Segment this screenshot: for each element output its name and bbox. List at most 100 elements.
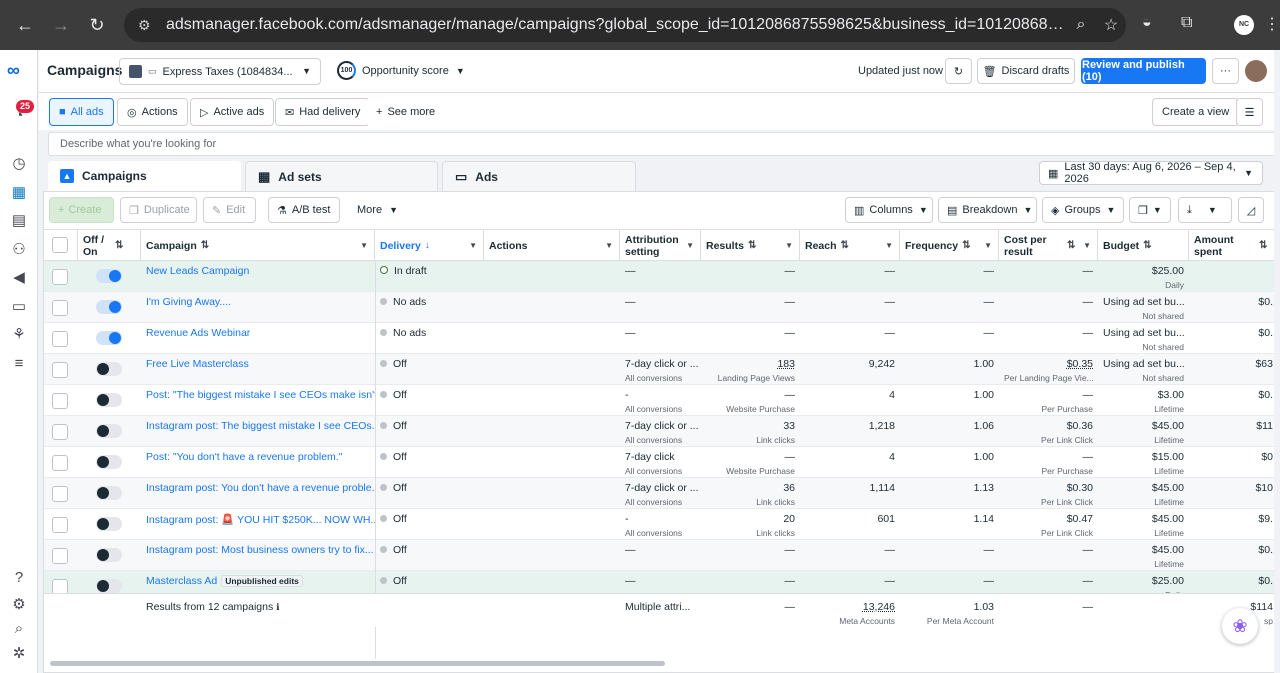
- sort-icon[interactable]: ⇅: [201, 240, 209, 251]
- col-budget[interactable]: Budget ⇅: [1098, 230, 1189, 261]
- campaign-name-link[interactable]: Free Live Masterclass: [146, 358, 249, 370]
- profile-avatar[interactable]: NC: [1234, 15, 1254, 35]
- campaign-toggle[interactable]: [96, 393, 122, 407]
- horizontal-scrollbar[interactable]: [50, 661, 665, 666]
- row-checkbox[interactable]: [52, 331, 68, 347]
- row-checkbox[interactable]: [52, 424, 68, 440]
- row-checkbox[interactable]: [52, 269, 68, 285]
- columns-button[interactable]: ▥ Columns ▼: [845, 197, 933, 223]
- filter-had-delivery[interactable]: ✉ Had delivery: [275, 98, 371, 126]
- table-row[interactable]: Instagram post: The biggest mistake I se…: [44, 416, 1278, 447]
- table-row[interactable]: Post: "The biggest mistake I see CEOs ma…: [44, 385, 1278, 416]
- billing-card-icon[interactable]: ▭: [9, 297, 29, 317]
- create-button[interactable]: + Create: [49, 197, 114, 223]
- row-checkbox[interactable]: [52, 548, 68, 564]
- chevron-down-icon[interactable]: ▼: [605, 241, 613, 250]
- table-row[interactable]: Instagram post: You don't have a revenue…: [44, 478, 1278, 509]
- col-amount[interactable]: Amount spent ⇅: [1189, 230, 1278, 261]
- reports-icon[interactable]: ▤: [9, 211, 29, 231]
- bug-report-icon[interactable]: ✲: [9, 644, 29, 664]
- row-checkbox[interactable]: [52, 517, 68, 533]
- campaign-name-link[interactable]: Instagram post: You don't have a revenue…: [146, 482, 375, 494]
- opportunity-score[interactable]: 100 Opportunity score ▼: [337, 61, 465, 80]
- campaign-name-link[interactable]: Instagram post: Most business owners try…: [146, 544, 374, 556]
- campaign-name-link[interactable]: Instagram post: The biggest mistake I se…: [146, 420, 375, 432]
- chevron-down-icon[interactable]: ▼: [1083, 241, 1091, 250]
- campaign-name-link[interactable]: Post: "The biggest mistake I see CEOs ma…: [146, 389, 375, 401]
- chevron-down-icon[interactable]: ▼: [686, 241, 694, 250]
- campaign-name-link[interactable]: New Leads Campaign: [146, 265, 249, 277]
- audiences-icon[interactable]: ⚇: [9, 240, 29, 260]
- info-icon[interactable]: ℹ: [276, 602, 279, 612]
- campaign-toggle[interactable]: [96, 269, 122, 283]
- campaign-toggle[interactable]: [96, 331, 122, 345]
- discard-drafts-button[interactable]: 🗑 Discard drafts: [977, 58, 1075, 84]
- table-row[interactable]: Instagram post: 🚨 YOU HIT $250K... NOW W…: [44, 509, 1278, 540]
- chevron-down-icon[interactable]: ▼: [885, 241, 893, 250]
- charts-button[interactable]: ◿: [1238, 197, 1264, 223]
- sort-desc-icon[interactable]: ↓: [425, 240, 430, 251]
- campaign-megaphone-icon[interactable]: ◀: [9, 268, 29, 288]
- col-cpr[interactable]: Cost per result ⇅ ▼: [999, 230, 1098, 261]
- sort-icon[interactable]: ⇅: [962, 240, 970, 251]
- date-range-picker[interactable]: ▦ Last 30 days: Aug 6, 2026 – Sep 4, 2026…: [1039, 161, 1263, 185]
- campaign-toggle[interactable]: [96, 300, 122, 314]
- chevron-down-icon[interactable]: ▼: [360, 241, 368, 250]
- campaign-name-link[interactable]: Post: "You don't have a revenue problem.…: [146, 451, 342, 463]
- col-offon[interactable]: Off / On ⇅: [78, 230, 141, 261]
- filter-settings-button[interactable]: ☰: [1236, 98, 1263, 126]
- meta-logo-icon[interactable]: ∞: [7, 60, 20, 81]
- table-row[interactable]: Free Live Masterclass Off 7-day click or .…: [44, 354, 1278, 385]
- col-attribution[interactable]: Attribution setting ▼: [620, 230, 701, 261]
- col-delivery[interactable]: Delivery ↓ ▼: [375, 230, 484, 261]
- row-checkbox[interactable]: [52, 486, 68, 502]
- groups-button[interactable]: ◈ Groups ▼: [1042, 197, 1124, 223]
- help-icon[interactable]: ?: [9, 568, 29, 588]
- tab-campaigns[interactable]: ▲ Campaigns: [48, 161, 241, 191]
- tab-adsets[interactable]: ▦ Ad sets: [245, 161, 438, 191]
- filter-actions[interactable]: ◎ Actions: [117, 98, 188, 126]
- campaign-name-link[interactable]: Instagram post: 🚨 YOU HIT $250K... NOW W…: [146, 514, 375, 526]
- campaign-name-link[interactable]: Masterclass Ad: [146, 575, 217, 587]
- breakdown-button[interactable]: ▤ Breakdown ▼: [938, 197, 1037, 223]
- reports-menu-button[interactable]: ❐ ▼: [1129, 197, 1171, 223]
- row-checkbox[interactable]: [52, 362, 68, 378]
- refresh-button[interactable]: ↻: [945, 58, 972, 84]
- zoom-icon[interactable]: ⌕: [1066, 16, 1096, 34]
- campaign-toggle[interactable]: [96, 517, 122, 531]
- see-more-filters[interactable]: + See more: [367, 98, 445, 126]
- sort-icon[interactable]: ⇅: [841, 240, 849, 251]
- chevron-down-icon[interactable]: ▼: [469, 241, 477, 250]
- filter-all-ads[interactable]: ■ All ads: [49, 98, 114, 126]
- more-options-button[interactable]: ···: [1212, 58, 1239, 84]
- col-results[interactable]: Results ⇅ ▼: [701, 230, 800, 261]
- table-row[interactable]: Revenue Ads Webinar No ads — — — — — Using ad s…: [44, 323, 1278, 354]
- campaign-toggle[interactable]: [96, 579, 122, 593]
- campaign-toggle[interactable]: [96, 424, 122, 438]
- table-row[interactable]: I'm Giving Away.... No ads — — — — — Using ad s…: [44, 292, 1278, 323]
- filter-active-ads[interactable]: ▷ Active ads: [190, 98, 275, 126]
- settings-gear-icon[interactable]: ⚙: [9, 595, 29, 615]
- col-reach[interactable]: Reach ⇅ ▼: [800, 230, 900, 261]
- row-checkbox[interactable]: [52, 455, 68, 471]
- ai-assistant-button[interactable]: ❀: [1222, 608, 1258, 644]
- create-view-button[interactable]: Create a view: [1152, 98, 1240, 126]
- events-manager-icon[interactable]: ⚘: [9, 325, 29, 345]
- address-bar[interactable]: ⚙ adsmanager.facebook.com/adsmanager/man…: [124, 8, 1126, 42]
- edit-button[interactable]: ✎ Edit: [203, 197, 256, 223]
- tab-ads[interactable]: ▭ Ads: [442, 161, 636, 191]
- ads-manager-table-icon[interactable]: ▦: [9, 183, 29, 203]
- sort-icon[interactable]: ⇅: [748, 240, 756, 251]
- extension-icon[interactable]: ◒: [1142, 14, 1152, 32]
- select-all-checkbox[interactable]: [52, 237, 68, 253]
- table-row[interactable]: Post: "You don't have a revenue problem.…: [44, 447, 1278, 478]
- bookmark-star-icon[interactable]: ☆: [1096, 15, 1126, 35]
- table-row[interactable]: Instagram post: Most business owners try…: [44, 540, 1278, 571]
- search-icon[interactable]: ⌕: [9, 619, 29, 639]
- row-checkbox[interactable]: [52, 393, 68, 409]
- duplicate-button[interactable]: ❐ Duplicate: [120, 197, 197, 223]
- user-avatar[interactable]: [1245, 60, 1267, 82]
- sort-icon[interactable]: ⇅: [115, 240, 123, 251]
- all-tools-menu-icon[interactable]: ≡: [9, 354, 29, 374]
- row-checkbox[interactable]: [52, 300, 68, 316]
